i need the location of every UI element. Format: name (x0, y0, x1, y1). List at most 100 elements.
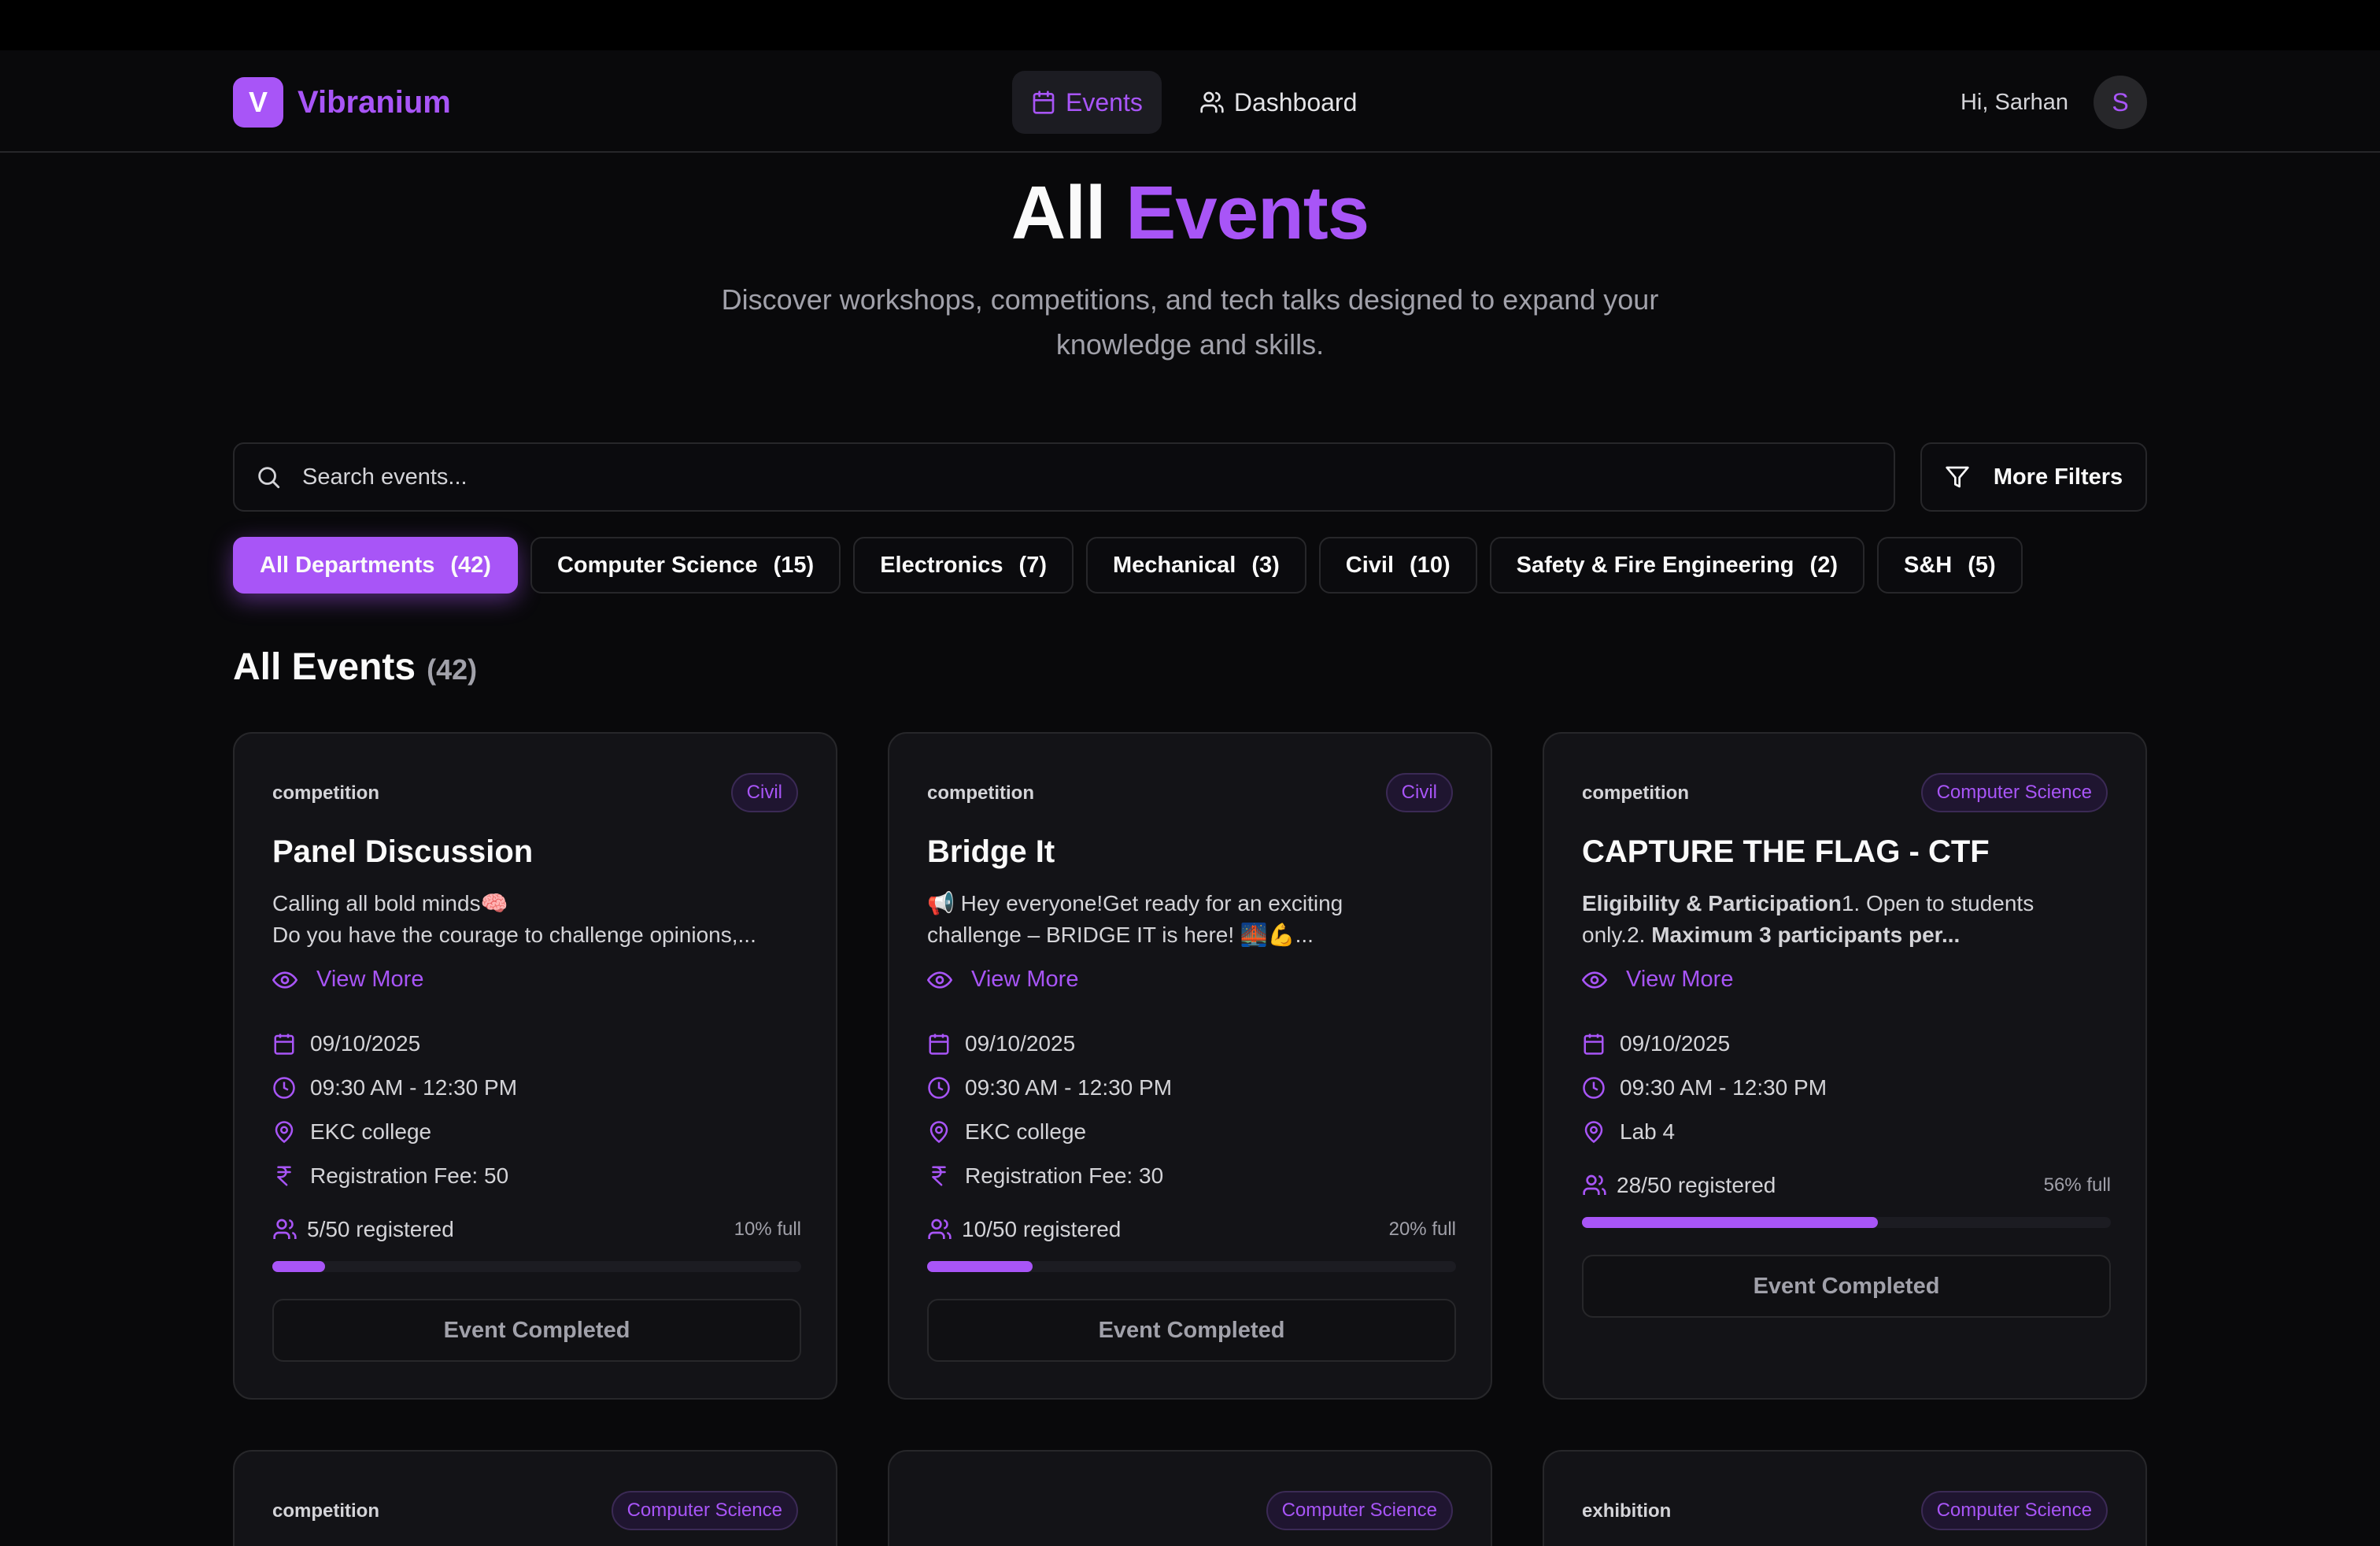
eye-icon (272, 971, 298, 989)
view-more-link[interactable]: View More (1582, 967, 1733, 993)
user-greeting: Hi, Sarhan (1960, 89, 2068, 115)
event-time-text: 09:30 AM - 12:30 PM (1620, 1075, 1828, 1100)
nav-dashboard[interactable]: Dashboard (1181, 71, 1377, 134)
event-type: competition (1582, 782, 1689, 804)
chip-label: Civil (1345, 552, 1395, 578)
rupee-icon (277, 1166, 291, 1186)
chip-label: Mechanical (1112, 552, 1236, 578)
search-input[interactable] (302, 464, 1798, 490)
event-venue-text: EKC college (965, 1119, 1087, 1144)
desc-text: only.2. (1582, 923, 1652, 947)
event-card[interactable]: Computer Science (888, 1450, 1492, 1546)
main-nav: Events Dashboard (1012, 71, 1376, 134)
registration-progress (1582, 1217, 2111, 1228)
department-badge: Computer Science (611, 1491, 798, 1530)
event-date: 09/10/2025 (272, 1031, 420, 1056)
users-icon (1200, 91, 1224, 113)
chip-label: All Departments (260, 552, 435, 578)
user-menu: Hi, Sarhan S (1961, 76, 2147, 129)
view-more-link[interactable]: View More (272, 967, 423, 993)
view-more-label: View More (1626, 967, 1734, 992)
clock-icon (1583, 1077, 1605, 1099)
page-title: All Events (0, 170, 2380, 257)
desc-text: 1. Open to students (1841, 891, 2034, 915)
registration-info: 5/50 registered 10% full (272, 1217, 801, 1242)
desc-bold: Eligibility & Participation (1582, 891, 1842, 915)
event-description-line: Do you have the courage to challenge opi… (272, 923, 756, 947)
event-type: competition (927, 782, 1034, 804)
chip-count: (15) (773, 552, 815, 578)
event-type: competition (272, 782, 379, 804)
chip-count: (10) (1410, 552, 1451, 578)
dept-chip-all[interactable]: All Departments (42) (233, 537, 518, 594)
dept-chip-safety-fire[interactable]: Safety & Fire Engineering (2) (1489, 537, 1864, 594)
event-description-line: 📢 Hey everyone!Get ready for an exciting (927, 891, 1343, 915)
brand-logo: V (233, 77, 283, 128)
nav-dashboard-label: Dashboard (1233, 87, 1358, 117)
chip-count: (2) (1809, 552, 1838, 578)
event-date-text: 09/10/2025 (1620, 1031, 1731, 1056)
event-description-line: only.2. Maximum 3 participants per... (1582, 919, 2111, 951)
avatar[interactable]: S (2094, 76, 2147, 129)
event-description-line: Eligibility & Participation1. Open to st… (1582, 888, 2111, 919)
registration-count: 28/50 registered (1582, 1173, 1776, 1198)
registration-progress (927, 1261, 1456, 1272)
clock-icon (928, 1077, 950, 1099)
chip-label: Electronics (880, 552, 1003, 578)
event-status-button[interactable]: Event Completed (272, 1299, 801, 1362)
users-icon (273, 1219, 297, 1239)
dept-chip-computer-science[interactable]: Computer Science (15) (530, 537, 841, 594)
event-date-text: 09/10/2025 (310, 1031, 421, 1056)
department-badge: Computer Science (1266, 1491, 1453, 1530)
registration-count: 10/50 registered (927, 1217, 1121, 1242)
page-title-prefix: All (1011, 171, 1107, 255)
map-pin-icon (929, 1121, 948, 1144)
event-type: exhibition (1582, 1500, 1672, 1522)
filter-icon (1946, 466, 1969, 488)
dept-chip-mechanical[interactable]: Mechanical (3) (1085, 537, 1306, 594)
registration-info: 28/50 registered 56% full (1582, 1173, 2111, 1198)
registered-text: 10/50 registered (962, 1217, 1122, 1241)
event-card[interactable]: competition Computer Science CAPTURE THE… (1543, 732, 2147, 1400)
event-status-button[interactable]: Event Completed (1582, 1255, 2111, 1318)
capacity-percent: 10% full (734, 1219, 801, 1240)
page-title-highlight: Events (1125, 171, 1369, 255)
view-more-link[interactable]: View More (927, 967, 1078, 993)
brand[interactable]: V Vibranium (233, 77, 451, 128)
section-count: (42) (427, 653, 478, 686)
chip-count: (5) (1968, 552, 1996, 578)
event-description: Eligibility & Participation1. Open to st… (1582, 888, 2111, 951)
department-filters: All Departments (42) Computer Science (15)… (233, 537, 2023, 594)
chip-label: Safety & Fire Engineering (1516, 552, 1794, 578)
event-card[interactable]: competition Civil Panel Discussion Calli… (233, 732, 837, 1400)
dept-chip-civil[interactable]: Civil (10) (1318, 537, 1477, 594)
event-time-text: 09:30 AM - 12:30 PM (965, 1075, 1173, 1100)
event-card[interactable]: competition Civil Bridge It 📢 Hey everyo… (888, 732, 1492, 1400)
event-description: Calling all bold minds🧠 Do you have the … (272, 888, 801, 951)
event-status-button[interactable]: Event Completed (927, 1299, 1456, 1362)
event-time: 09:30 AM - 12:30 PM (272, 1075, 517, 1100)
event-venue: Lab 4 (1582, 1119, 1675, 1145)
map-pin-icon (1584, 1121, 1603, 1144)
nav-events[interactable]: Events (1012, 71, 1162, 134)
section-title-text: All Events (233, 646, 416, 688)
event-description-line: challenge – BRIDGE IT is here! 🌉💪... (927, 923, 1314, 947)
chip-count: (7) (1018, 552, 1047, 578)
view-more-label: View More (971, 967, 1079, 992)
event-card[interactable]: exhibition Computer Science (1543, 1450, 2147, 1546)
section-title: All Events (42) (233, 645, 477, 689)
calendar-icon (1033, 91, 1055, 114)
brand-name: Vibranium (298, 84, 451, 120)
event-time-text: 09:30 AM - 12:30 PM (310, 1075, 518, 1100)
event-description: 📢 Hey everyone!Get ready for an exciting… (927, 888, 1456, 951)
dept-chip-sh[interactable]: S&H (5) (1876, 537, 2023, 594)
event-fee-text: Registration Fee: 30 (965, 1163, 1164, 1188)
dept-chip-electronics[interactable]: Electronics (7) (853, 537, 1074, 594)
eye-icon (1582, 971, 1607, 989)
users-icon (928, 1219, 952, 1239)
event-venue-text: EKC college (310, 1119, 432, 1144)
event-card[interactable]: competition Computer Science (233, 1450, 837, 1546)
event-title: Bridge It (927, 834, 1055, 869)
more-filters-button[interactable]: More Filters (1920, 442, 2147, 512)
navbar: V Vibranium Events Dashboard Hi, Sarhan … (0, 50, 2380, 153)
